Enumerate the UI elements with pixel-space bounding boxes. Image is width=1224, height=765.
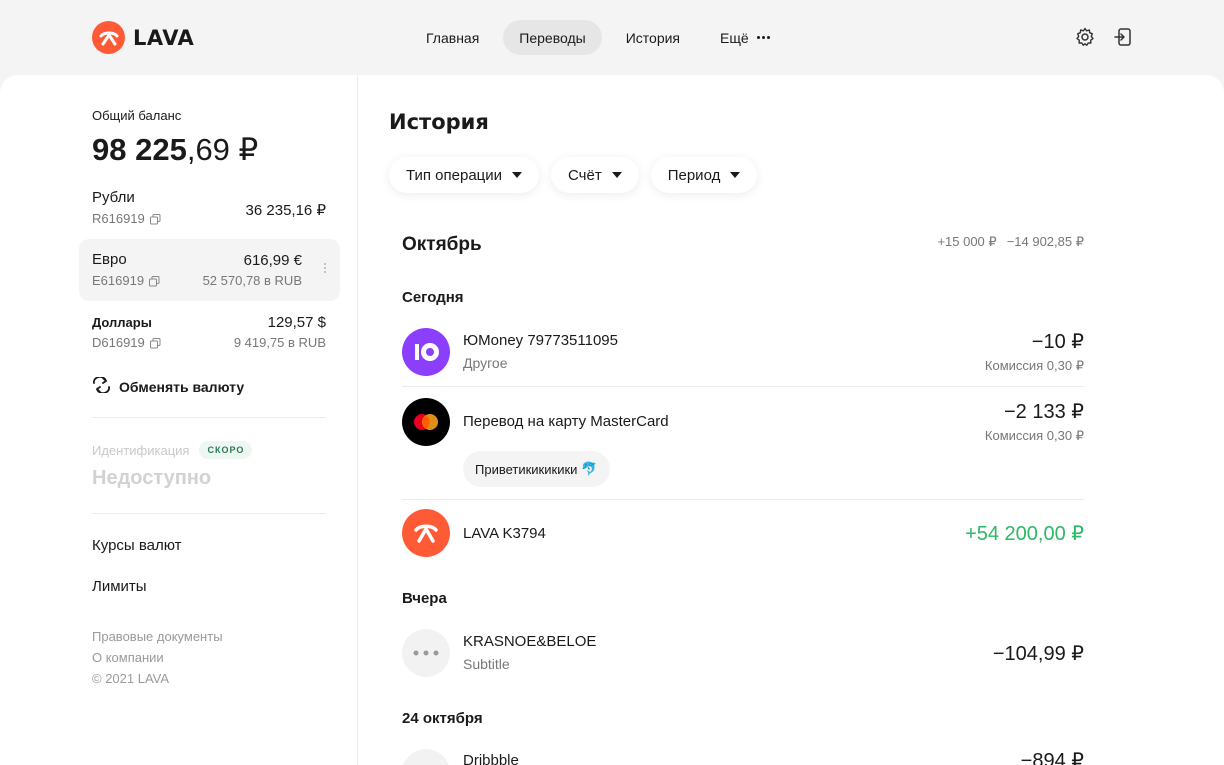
- copy-icon[interactable]: [149, 275, 160, 287]
- brand-name: LAVA: [133, 25, 195, 50]
- account-converted: 9 419,75 в RUB: [233, 335, 326, 350]
- month-income: +15 000 ₽: [937, 234, 997, 249]
- account-amount: 36 235,16 ₽: [245, 202, 326, 219]
- month-heading: Октябрь: [402, 234, 482, 255]
- page-title: История: [389, 110, 489, 134]
- transaction-fee: Комиссия 0,30 ₽: [984, 358, 1084, 373]
- account-id-text: D616919: [92, 335, 145, 350]
- dribbble-icon: [402, 749, 450, 765]
- filter-bar: Тип операции Счёт Период: [389, 157, 758, 193]
- account-id: E616919: [92, 273, 160, 288]
- brand-logo[interactable]: LAVA: [92, 21, 194, 54]
- account-name: Доллары: [92, 315, 152, 330]
- sidebar: Общий баланс 98 225,69 ₽ Рубли R616919 3…: [0, 75, 358, 765]
- limits-link[interactable]: Лимиты: [92, 578, 147, 595]
- soon-badge: СКОРО: [199, 441, 253, 459]
- day-heading: 24 октября: [402, 710, 483, 727]
- copy-icon[interactable]: [149, 213, 161, 225]
- filter-label: Счёт: [568, 166, 602, 184]
- main-card: Общий баланс 98 225,69 ₽ Рубли R616919 3…: [0, 75, 1224, 765]
- yoomoney-icon: [402, 328, 450, 376]
- filter-operation-type[interactable]: Тип операции: [389, 157, 540, 193]
- account-amount: 616,99 €: [243, 252, 302, 269]
- account-usd[interactable]: Доллары D616919 129,57 $ 9 419,75 в RUB: [79, 301, 340, 363]
- account-converted: 52 570,78 в RUB: [202, 273, 302, 288]
- month-expense: −14 902,85 ₽: [1006, 234, 1084, 249]
- identification-row: Идентификация СКОРО: [92, 441, 253, 459]
- transaction-subtitle: Другое: [463, 355, 508, 371]
- caret-down-icon: [611, 172, 622, 178]
- account-id: R616919: [92, 211, 161, 226]
- more-dots-icon: [402, 629, 450, 677]
- account-eur[interactable]: Евро E616919 616,99 € 52 570,78 в RUB: [79, 239, 340, 301]
- day-heading: Вчера: [402, 590, 447, 607]
- account-id-text: R616919: [92, 211, 145, 226]
- transaction-title: Перевод на карту MasterCard: [463, 413, 669, 430]
- nav-item-transfers[interactable]: Переводы: [503, 20, 602, 55]
- caret-down-icon: [730, 172, 741, 178]
- gear-icon[interactable]: [1074, 26, 1096, 48]
- exchange-label: Обменять валюту: [119, 378, 245, 395]
- exchange-rates-link[interactable]: Курсы валют: [92, 537, 182, 554]
- dolphin-emoji-icon: 🐬: [581, 461, 598, 476]
- divider: [402, 499, 1084, 500]
- account-name: Евро: [92, 251, 127, 268]
- total-balance-label: Общий баланс: [92, 108, 182, 123]
- month-totals: +15 000 ₽ −14 902,85 ₽: [937, 234, 1084, 250]
- balance-decimal: ,69 ₽: [186, 132, 259, 167]
- nav-more-label: Ещё: [720, 29, 749, 46]
- transaction-amount: −104,99 ₽: [992, 643, 1084, 665]
- nav-item-home[interactable]: Главная: [410, 20, 495, 55]
- more-dots-icon: [756, 36, 770, 39]
- account-id-text: E616919: [92, 273, 145, 288]
- about-company-link[interactable]: О компании: [92, 650, 164, 665]
- transaction-amount: +54 200,00 ₽: [965, 523, 1084, 545]
- transaction-fee: Комиссия 0,30 ₽: [984, 428, 1084, 443]
- main-nav: Главная Переводы История Ещё: [410, 20, 786, 55]
- kebab-menu-icon[interactable]: [324, 263, 326, 273]
- transaction-subtitle: Subtitle: [463, 656, 510, 672]
- history-panel: История Тип операции Счёт Период Октябрь…: [359, 75, 1224, 765]
- copy-icon[interactable]: [149, 337, 161, 349]
- divider: [92, 513, 326, 514]
- transaction-comment: Приветикикикики 🐬: [463, 451, 610, 487]
- divider: [402, 386, 1084, 387]
- transaction-title: LAVA K3794: [463, 525, 546, 542]
- lava-icon: [402, 509, 450, 557]
- exchange-currency-button[interactable]: Обменять валюту: [92, 376, 245, 396]
- comment-text: Приветикикикики: [475, 461, 578, 477]
- logout-icon[interactable]: [1112, 26, 1134, 48]
- transaction-amount: −2 133 ₽: [1003, 401, 1084, 423]
- filter-label: Тип операции: [406, 166, 503, 184]
- top-bar: LAVA Главная Переводы История Ещё: [0, 0, 1224, 75]
- transaction-amount: −894 ₽: [1020, 750, 1084, 765]
- transaction-amount: −10 ₽: [1031, 331, 1084, 353]
- balance-integer: 98 225: [92, 132, 187, 167]
- exchange-icon: [92, 376, 111, 396]
- day-heading: Сегодня: [402, 289, 464, 306]
- caret-down-icon: [512, 172, 523, 178]
- filter-label: Период: [667, 166, 721, 184]
- transaction-title: Dribbble: [463, 752, 519, 765]
- filter-account[interactable]: Счёт: [551, 157, 639, 193]
- legal-docs-link[interactable]: Правовые документы: [92, 629, 223, 644]
- transaction-title: KRASNOE&BELOE: [463, 633, 597, 650]
- account-rub[interactable]: Рубли R616919 36 235,16 ₽: [79, 177, 340, 239]
- nav-item-history[interactable]: История: [610, 20, 696, 55]
- identification-status: Недоступно: [92, 467, 212, 489]
- mastercard-icon: [402, 398, 450, 446]
- lava-logo-icon: [92, 21, 125, 54]
- account-name: Рубли: [92, 189, 135, 206]
- nav-item-more[interactable]: Ещё: [704, 20, 786, 55]
- divider: [92, 417, 326, 418]
- transaction-title: ЮMoney 79773511095: [463, 332, 618, 349]
- account-amount: 129,57 $: [267, 314, 326, 331]
- filter-period[interactable]: Период: [650, 157, 758, 193]
- identification-label: Идентификация: [92, 442, 190, 458]
- total-balance-value: 98 225,69 ₽: [92, 132, 258, 168]
- account-id: D616919: [92, 335, 161, 350]
- copyright: © 2021 LAVA: [92, 671, 170, 686]
